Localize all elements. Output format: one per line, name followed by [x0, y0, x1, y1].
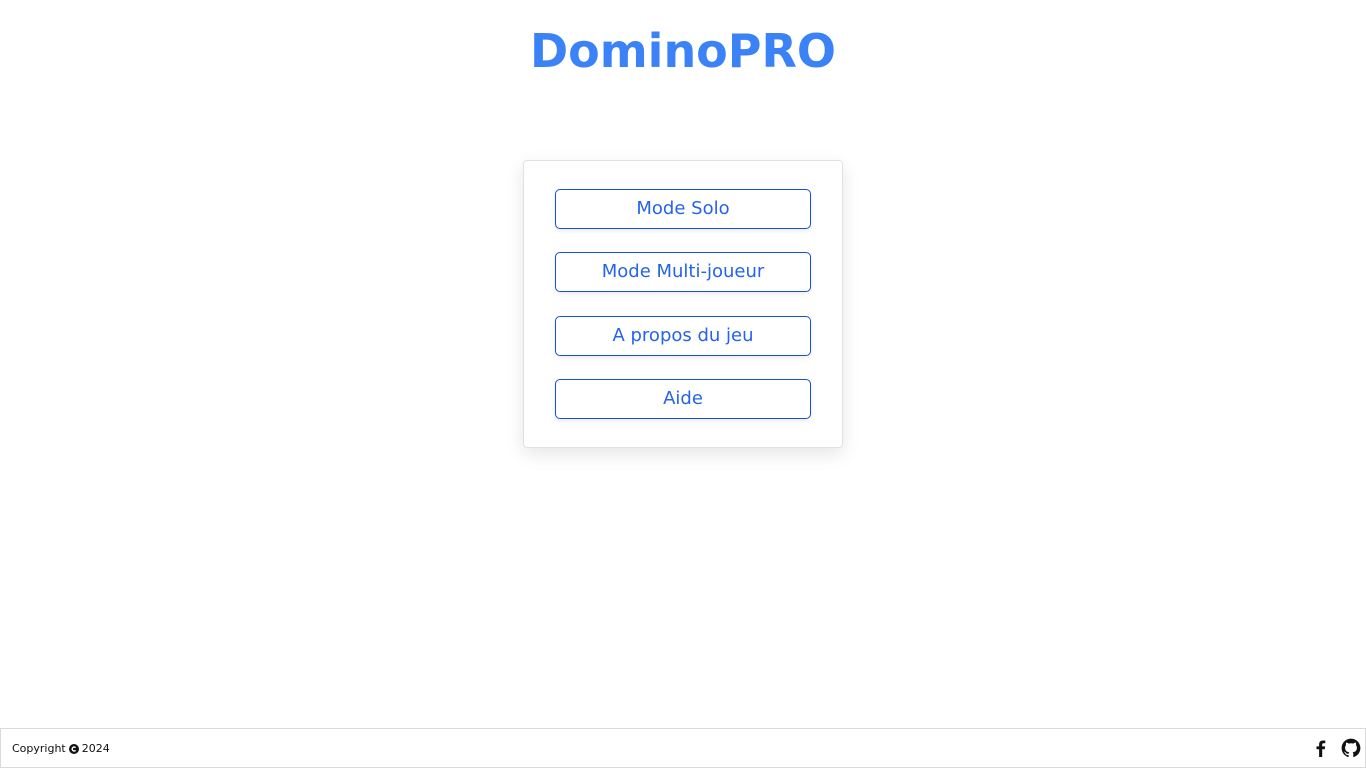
app-title: DominoPRO — [529, 24, 837, 78]
copyright-notice: Copyright 2024 — [12, 742, 110, 755]
mode-multiplayer-button[interactable]: Mode Multi-joueur — [555, 252, 811, 292]
footer: Copyright 2024 — [0, 728, 1366, 768]
help-button[interactable]: Aide — [555, 379, 811, 419]
github-icon[interactable] — [1341, 738, 1361, 758]
main-menu-card: Mode Solo Mode Multi-joueur A propos du … — [523, 160, 843, 448]
about-game-button[interactable]: A propos du jeu — [555, 316, 811, 356]
facebook-icon[interactable] — [1311, 738, 1331, 758]
copyright-year: 2024 — [81, 742, 110, 755]
mode-solo-button[interactable]: Mode Solo — [555, 189, 811, 229]
copyright-label: Copyright — [12, 742, 66, 755]
copyright-icon — [68, 743, 79, 754]
